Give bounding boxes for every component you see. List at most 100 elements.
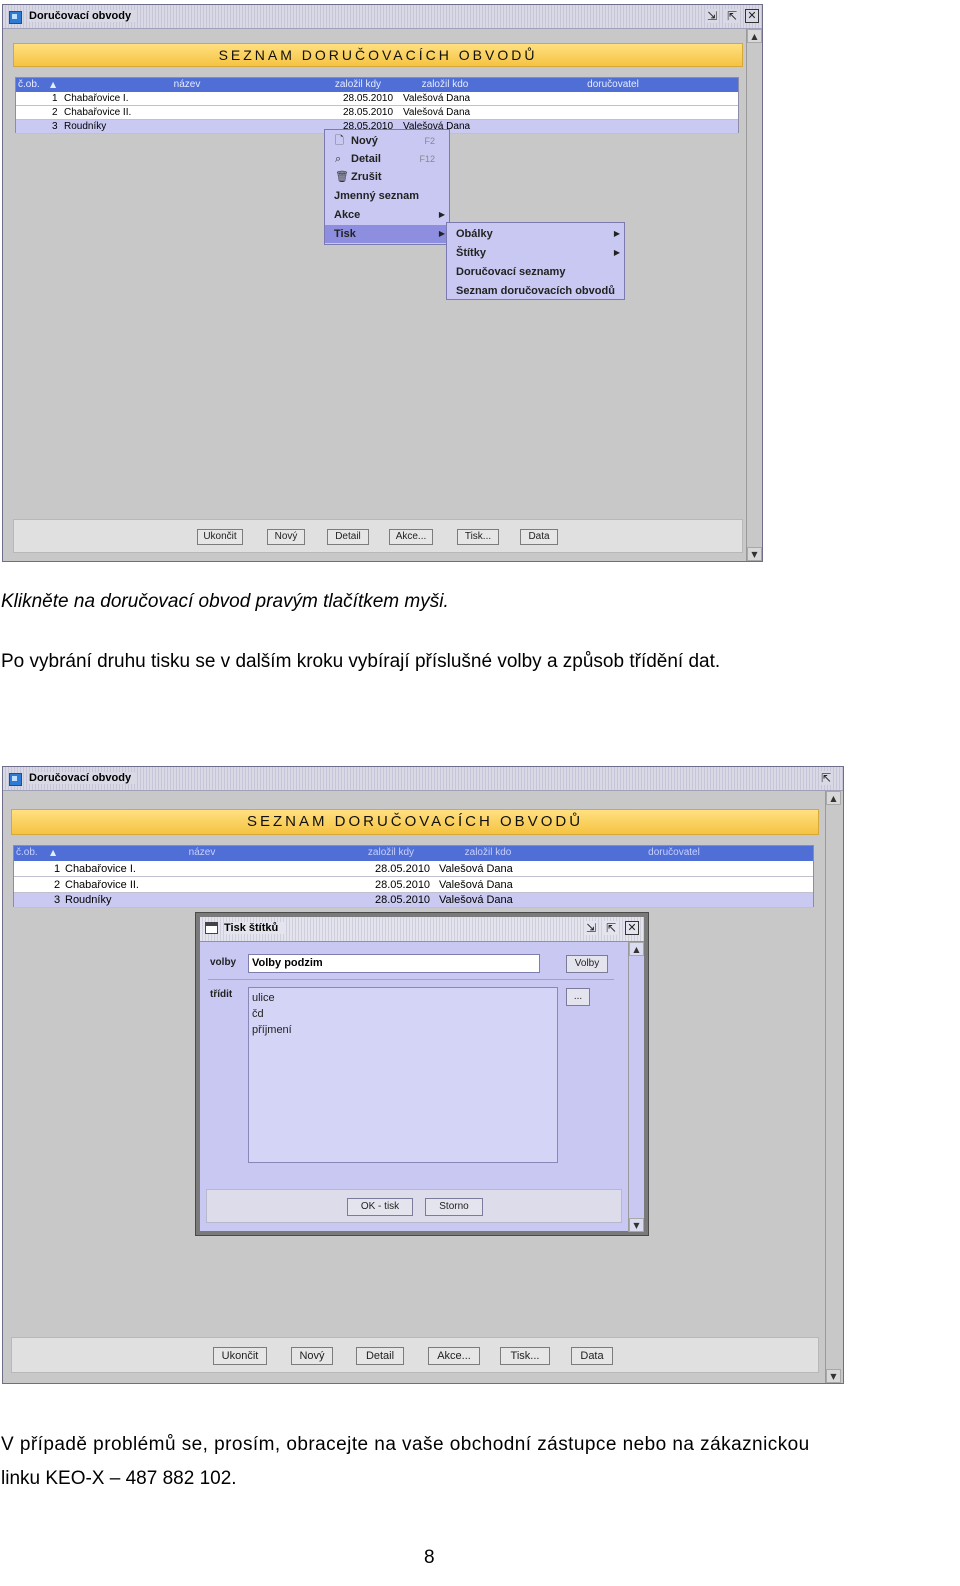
row-name: Roudníky xyxy=(64,121,107,132)
novy-button[interactable]: Nový xyxy=(267,529,305,545)
dialog-button-bar: OK - tisk Storno xyxy=(206,1189,622,1223)
table-row[interactable]: 2 Chabařovice II. 28.05.2010 Valešová Da… xyxy=(14,877,813,893)
column-header-courier[interactable]: doručovatel xyxy=(536,846,812,860)
minimize-icon[interactable]: ⇲ xyxy=(584,921,598,935)
row-date: 28.05.2010 xyxy=(375,894,431,906)
tisk-button[interactable]: Tisk... xyxy=(500,1347,550,1365)
submenu-item-seznam-obvodu[interactable]: Seznam doručovacích obvodů xyxy=(447,282,624,300)
row-number: 2 xyxy=(52,107,58,118)
window-titlebar[interactable]: Doručovací obvody ⇱ xyxy=(3,767,843,791)
column-header-name[interactable]: název xyxy=(62,78,312,92)
detail-button[interactable]: Detail xyxy=(327,529,369,545)
maximize-icon[interactable]: ⇱ xyxy=(819,771,833,785)
ok-print-button[interactable]: OK - tisk xyxy=(347,1198,413,1216)
context-menu: 🗋 Nový F2 ⌕ Detail F12 🗑 Zrušit Jmenný s… xyxy=(324,129,450,245)
tridit-label: třídit xyxy=(210,989,233,1000)
sort-asc-icon[interactable]: ▲ xyxy=(50,78,56,92)
row-user: Valešová Dana xyxy=(439,863,513,875)
row-name: Roudníky xyxy=(65,894,112,906)
submenu-arrow-icon: ▶ xyxy=(613,229,620,238)
akce-button[interactable]: Akce... xyxy=(428,1347,480,1365)
scroll-down-icon[interactable]: ▼ xyxy=(629,1218,644,1232)
menu-item-detail[interactable]: ⌕ Detail F12 xyxy=(325,150,449,168)
akce-button[interactable]: Akce... xyxy=(389,529,433,545)
submenu-item-stitky[interactable]: Štítky ▶ xyxy=(447,244,624,262)
close-icon[interactable]: ✕ xyxy=(625,921,639,935)
list-item[interactable]: příjmení xyxy=(249,1022,557,1038)
vertical-scrollbar[interactable]: ▲ ▼ xyxy=(746,29,762,561)
table-header: č.ob. ▲ název založil kdy založil kdo do… xyxy=(16,78,738,92)
vertical-scrollbar[interactable]: ▲ ▼ xyxy=(825,791,841,1383)
table-header: č.ob. ▲ název založil kdy založil kdo do… xyxy=(14,846,813,861)
scroll-down-icon[interactable]: ▼ xyxy=(747,547,762,561)
menu-item-novy[interactable]: 🗋 Nový F2 xyxy=(325,132,449,150)
sort-options-button[interactable]: ... xyxy=(566,988,590,1006)
close-icon[interactable]: ✕ xyxy=(745,9,759,23)
volby-button[interactable]: Volby xyxy=(566,955,608,973)
menu-item-zrusit[interactable]: 🗑 Zrušit xyxy=(325,168,449,186)
row-name: Chabařovice I. xyxy=(65,863,136,875)
tisk-button[interactable]: Tisk... xyxy=(457,529,499,545)
table-row[interactable]: 1 Chabařovice I. 28.05.2010 Valešová Dan… xyxy=(16,92,738,106)
list-item[interactable]: čd xyxy=(249,1006,557,1022)
row-date: 28.05.2010 xyxy=(375,863,431,875)
submenu-item-dorucovaci-seznamy[interactable]: Doručovací seznamy xyxy=(447,263,624,281)
row-date: 28.05.2010 xyxy=(375,879,431,891)
menu-item-tisk[interactable]: Tisk ▶ xyxy=(325,225,449,243)
dialog-vertical-scrollbar[interactable]: ▲ ▼ xyxy=(628,942,644,1232)
data-button[interactable]: Data xyxy=(571,1347,613,1365)
column-header-name[interactable]: název xyxy=(64,846,340,860)
submenu-arrow-icon: ▶ xyxy=(613,248,620,257)
trash-icon: 🗑 xyxy=(335,170,349,183)
sort-asc-icon[interactable]: ▲ xyxy=(50,846,56,860)
row-user: Valešová Dana xyxy=(439,894,513,906)
table-row[interactable]: 2 Chabařovice II. 28.05.2010 Valešová Da… xyxy=(16,106,738,120)
column-header-created-by[interactable]: založil kdo xyxy=(404,78,486,92)
ukoncit-button[interactable]: Ukončit xyxy=(213,1347,267,1365)
storno-button[interactable]: Storno xyxy=(425,1198,483,1216)
support-contact-line1: V případě problémů se, prosím, obracejte… xyxy=(1,1434,810,1455)
sort-order-list[interactable]: ulice čd příjmení xyxy=(248,987,558,1163)
list-header-banner: SEZNAM DORUČOVACÍCH OBVODŮ xyxy=(11,809,819,835)
window-title: Doručovací obvody xyxy=(29,10,138,22)
row-number: 1 xyxy=(52,93,58,104)
scroll-down-icon[interactable]: ▼ xyxy=(826,1369,841,1383)
row-number: 3 xyxy=(52,121,58,132)
dialog-title: Tisk štítků xyxy=(224,922,285,934)
data-button[interactable]: Data xyxy=(520,529,558,545)
detail-button[interactable]: Detail xyxy=(356,1347,404,1365)
volby-field[interactable]: Volby podzim xyxy=(248,954,540,973)
app-icon xyxy=(9,773,22,786)
column-header-created-when[interactable]: založil kdy xyxy=(314,78,402,92)
dialog-titlebar[interactable]: Tisk štítků ⇲ ⇱ ✕ xyxy=(200,917,644,942)
instruction-print-options: Po vybrání druhu tisku se v dalším kroku… xyxy=(1,651,721,672)
button-bar: Ukončit Nový Detail Akce... Tisk... Data xyxy=(13,519,743,553)
submenu-item-obalky[interactable]: Obálky ▶ xyxy=(447,225,624,243)
scroll-up-icon[interactable]: ▲ xyxy=(629,942,644,956)
scroll-up-icon[interactable]: ▲ xyxy=(747,29,762,43)
maximize-icon[interactable]: ⇱ xyxy=(725,9,739,23)
table-row[interactable]: 1 Chabařovice I. 28.05.2010 Valešová Dan… xyxy=(14,861,813,877)
support-contact-line2: linku KEO-X – 487 882 102. xyxy=(1,1468,237,1489)
scroll-up-icon[interactable]: ▲ xyxy=(826,791,841,805)
ukoncit-button[interactable]: Ukončit xyxy=(197,529,243,545)
column-header-courier[interactable]: doručovatel xyxy=(488,78,738,92)
novy-button[interactable]: Nový xyxy=(291,1347,333,1365)
row-name: Chabařovice I. xyxy=(64,93,129,104)
minimize-icon[interactable]: ⇲ xyxy=(705,9,719,23)
column-header-created-when[interactable]: založil kdy xyxy=(342,846,440,860)
menu-item-akce[interactable]: Akce ▶ xyxy=(325,206,449,224)
column-header-created-by[interactable]: založil kdo xyxy=(442,846,534,860)
column-header-number[interactable]: č.ob. xyxy=(18,78,48,92)
list-item[interactable]: ulice xyxy=(249,990,557,1006)
table-row-selected[interactable]: 3 Roudníky 28.05.2010 Valešová Dana xyxy=(14,893,813,908)
maximize-icon[interactable]: ⇱ xyxy=(604,921,618,935)
menu-item-jmenny-seznam[interactable]: Jmenný seznam xyxy=(325,187,449,205)
page-number: 8 xyxy=(424,1547,435,1568)
dialog-window-icon xyxy=(205,922,218,934)
list-header-banner: SEZNAM DORUČOVACÍCH OBVODŮ xyxy=(13,43,743,67)
column-header-number[interactable]: č.ob. xyxy=(16,846,46,860)
window-titlebar[interactable]: Doručovací obvody ⇲ ⇱ ✕ xyxy=(3,5,762,29)
row-date: 28.05.2010 xyxy=(343,93,394,104)
row-user: Valešová Dana xyxy=(403,93,471,104)
